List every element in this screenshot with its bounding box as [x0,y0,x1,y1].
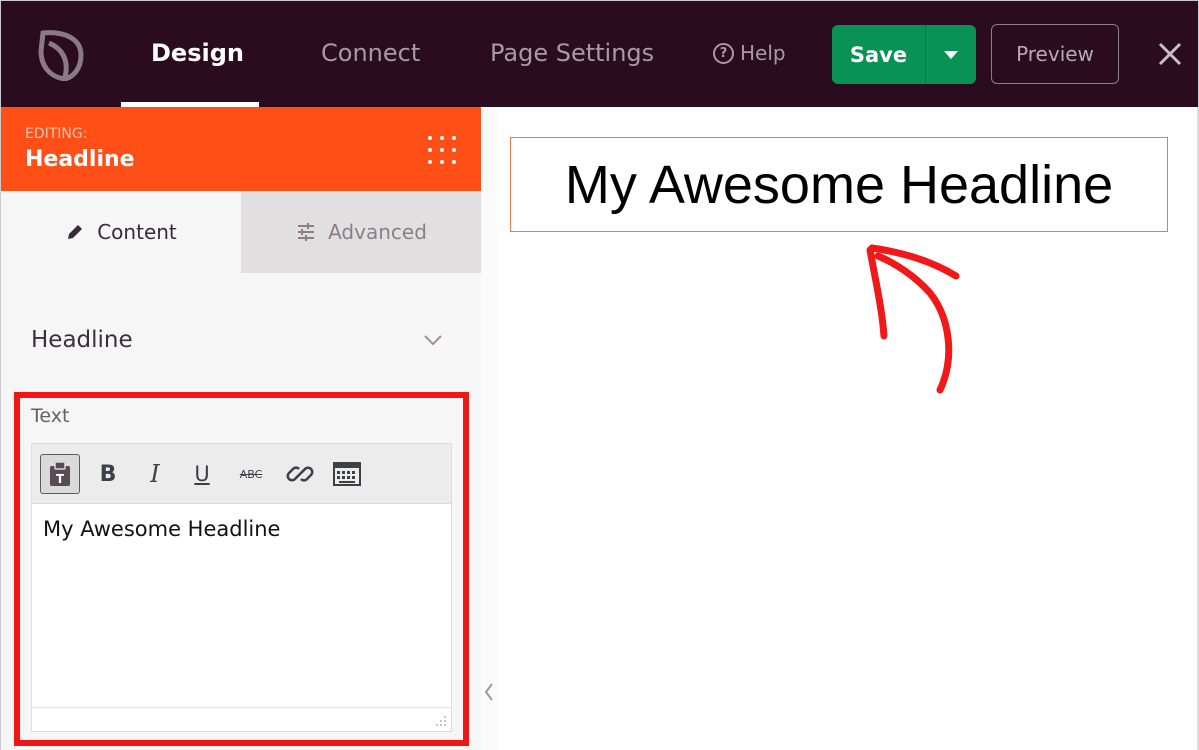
help-link[interactable]: ? Help [713,41,786,65]
red-arrow-icon [866,244,960,394]
tab-advanced[interactable]: Advanced [241,191,482,273]
tab-advanced-label: Advanced [328,220,427,244]
caret-down-icon [944,50,958,59]
tab-connect[interactable]: Connect [321,39,420,67]
help-label: Help [740,41,786,65]
panel-divider [481,107,497,750]
strikethrough-icon[interactable]: ABC [231,454,271,494]
sliders-icon [298,223,315,241]
link-icon[interactable] [280,454,320,494]
italic-icon[interactable]: I [135,454,175,494]
question-circle-icon: ? [713,42,734,64]
tab-page-settings[interactable]: Page Settings [490,39,654,67]
save-options-button[interactable] [925,25,976,84]
close-icon[interactable] [1156,39,1184,69]
tab-content[interactable]: Content [1,191,241,273]
editor-toolbar: T B I U ABC [32,444,451,504]
chevron-left-icon[interactable] [481,670,497,714]
keyboard-icon[interactable] [327,454,367,494]
preview-button[interactable]: Preview [991,24,1119,84]
svg-text:T: T [56,472,65,486]
canvas-headline-text[interactable]: My Awesome Headline [565,154,1113,216]
text-field-label: Text [31,405,70,427]
top-bar: Design Connect Page Settings ? Help Save… [0,0,1199,108]
editing-title: Headline [25,147,135,172]
save-button[interactable]: Save [832,25,925,84]
resize-handle-icon[interactable] [435,715,447,727]
section-title[interactable]: Headline [31,327,133,353]
paste-text-icon[interactable]: T [40,454,80,494]
canvas-headline-block[interactable]: My Awesome Headline [510,137,1168,232]
underline-icon[interactable]: U [182,454,222,494]
drag-grid-icon[interactable] [426,134,458,166]
pencil-icon [68,225,83,239]
editor-statusbar [32,707,451,731]
chevron-down-icon[interactable] [423,333,443,347]
editor-content[interactable]: My Awesome Headline [43,517,280,541]
rich-text-editor[interactable]: T B I U ABC My Awesome Headline [31,443,452,732]
sidebar: EDITING: Headline Content Advanced Headl… [0,107,482,750]
tab-content-label: Content [97,220,177,244]
tab-design[interactable]: Design [151,39,244,67]
bold-icon[interactable]: B [88,454,128,494]
editing-label: EDITING: [25,126,88,142]
editing-header: EDITING: Headline [1,107,482,191]
seedprod-leaf-icon[interactable] [35,27,87,81]
